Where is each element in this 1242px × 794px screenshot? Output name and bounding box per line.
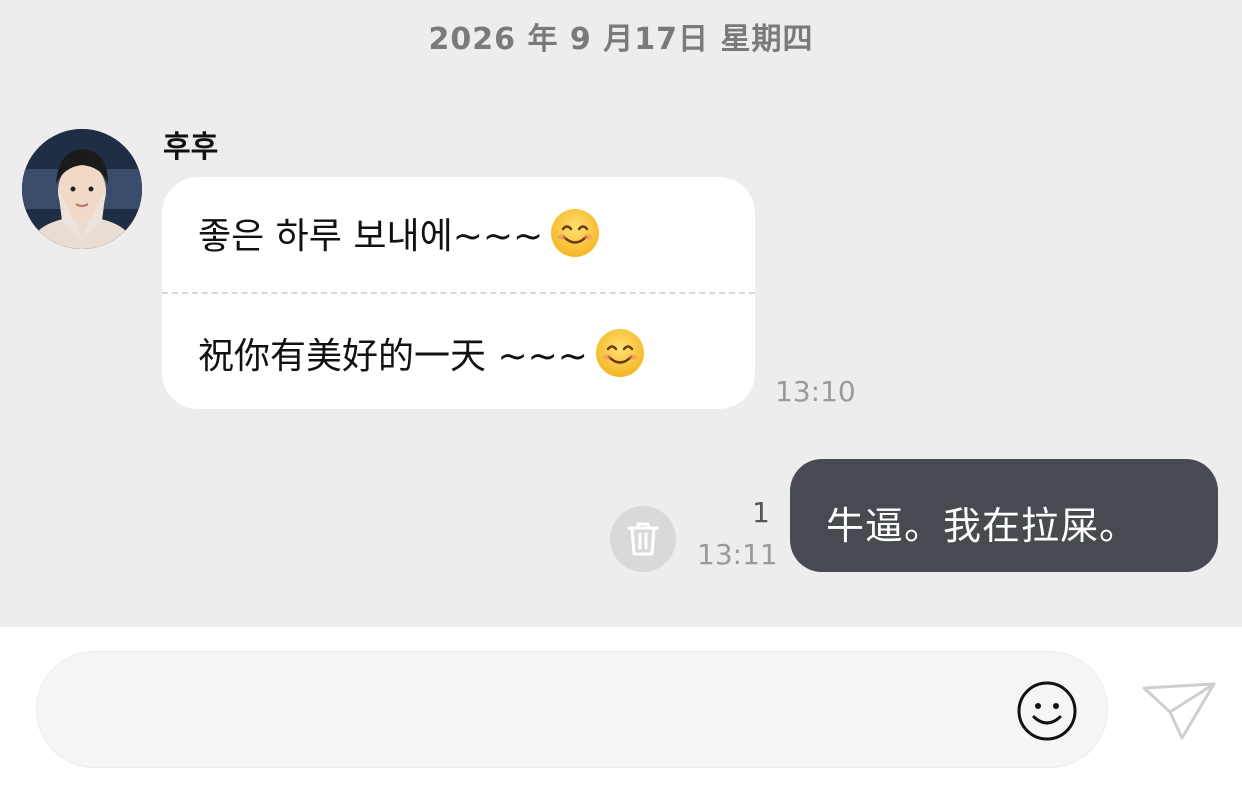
emoji-button[interactable] [1016,680,1078,742]
trash-icon [627,522,659,556]
incoming-message-line: 좋은 하루 보내에~~~ [198,207,601,259]
chat-area: 2026 年 9 月17日 星期四 후후 좋은 하루 보내에~~~ 祝你有美好的… [0,0,1242,627]
avatar-image [22,129,142,249]
outgoing-timestamp: 13:11 [697,538,778,571]
outgoing-message-text: 牛逼。我在拉屎。 [826,504,1139,548]
incoming-message-line: 祝你有美好的一天 ~~~ [198,327,646,379]
message-input[interactable] [36,651,1108,768]
date-header: 2026 年 9 月17日 星期四 [428,22,814,57]
incoming-message-bubble[interactable]: 좋은 하루 보내에~~~ 祝你有美好的一天 ~~~ [162,177,755,409]
message-divider [162,292,755,294]
avatar[interactable] [22,129,142,249]
delete-button[interactable] [610,506,676,572]
sender-name: 후후 [163,130,219,165]
unread-count: 1 [752,496,770,529]
smiling-face-emoji-icon [551,209,600,257]
send-button[interactable] [1140,680,1220,742]
incoming-message-text-chinese: 祝你有美好的一天 ~~~ [198,336,588,377]
smiley-icon [1017,681,1077,741]
incoming-message-text-korean: 좋은 하루 보내에~~~ [198,216,544,257]
incoming-timestamp: 13:10 [775,375,856,408]
smiling-face-emoji-icon [595,329,644,377]
paper-plane-icon [1142,682,1216,740]
outgoing-message-bubble[interactable]: 牛逼。我在拉屎。 [790,459,1218,572]
